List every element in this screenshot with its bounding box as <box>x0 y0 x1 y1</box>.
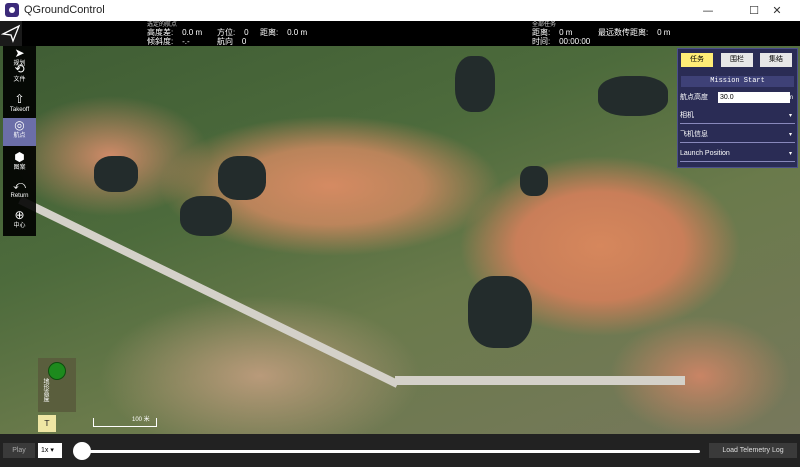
highway <box>395 376 685 385</box>
tool-label: Return <box>10 193 29 199</box>
tool-label: 中心 <box>13 223 26 229</box>
load-telemetry-log-button[interactable]: Load Telemetry Log <box>709 443 797 458</box>
compass-widget[interactable]: 地形高度 <box>38 358 76 412</box>
playback-slider-track[interactable] <box>82 450 700 453</box>
chevron-down-icon: ▾ <box>788 113 792 119</box>
play-button[interactable]: Play <box>3 443 35 458</box>
pond <box>598 76 668 116</box>
crosshair-icon: ⊕ <box>14 208 25 222</box>
tool-label: 图案 <box>13 165 26 171</box>
chevron-down-icon: ▾ <box>788 151 792 157</box>
distance-readout: 距离: 0.0 m <box>260 28 308 37</box>
map-scale-label: 100 米 <box>132 417 150 423</box>
camera-label: 相机 <box>680 112 694 119</box>
plan-menu-button[interactable] <box>0 21 22 46</box>
tool-label: 航点 <box>13 133 26 139</box>
tab-mission[interactable]: 任务 <box>681 53 713 67</box>
pond <box>455 56 495 112</box>
speed-select[interactable]: 1x ▾ <box>38 443 62 458</box>
total-distance-readout: 距离: 0 m <box>532 28 573 37</box>
waypoint-tool-button[interactable]: ◎ 航点 <box>3 118 36 146</box>
camera-section[interactable]: 相机 ▾ <box>680 109 795 124</box>
tab-rally[interactable]: 集结 <box>760 53 792 67</box>
minimize-button[interactable]: — <box>685 0 731 21</box>
plan-tool-strip: ➤ 规划 ⟲ 文件 ⇧ Takeoff ◎ 航点 ⬢ 图案 ⤺ Return ⊕… <box>3 46 36 236</box>
pattern-icon: ⬢ <box>14 150 25 164</box>
gradient-readout: 倾斜度: -.- <box>147 37 190 46</box>
sync-icon: ⟲ <box>14 62 25 76</box>
pattern-tool-button[interactable]: ⬢ 图案 <box>3 150 36 178</box>
map-type-button[interactable]: T <box>38 415 56 432</box>
playback-slider-handle[interactable] <box>73 442 91 460</box>
file-tool-button[interactable]: ⟲ 文件 <box>3 62 36 90</box>
mission-editor-panel: 任务 围栏 集结 Mission Start 航点高度 30.0 m 相机 ▾ … <box>677 48 798 168</box>
tool-label: Takeoff <box>9 107 30 113</box>
window-title: QGroundControl <box>24 4 105 16</box>
mission-start-header[interactable]: Mission Start <box>681 76 794 87</box>
tab-fence[interactable]: 围栏 <box>721 53 753 67</box>
waypoint-altitude-row: 航点高度 30.0 m <box>680 91 795 105</box>
compass-label: 地形高度 <box>42 378 49 402</box>
takeoff-icon: ⇧ <box>14 92 25 106</box>
altitude-input[interactable]: 30.0 <box>718 92 790 103</box>
waypoint-icon: ◎ <box>14 118 25 132</box>
launch-position-label: Launch Position <box>680 150 730 157</box>
window-titlebar: QGroundControl — ☐ ✕ <box>0 0 800 22</box>
alt-diff-readout: 高度差: 0.0 m <box>147 28 203 37</box>
launch-position-section[interactable]: Launch Position ▾ <box>680 147 795 162</box>
paper-plane-icon: ➤ <box>14 46 25 60</box>
takeoff-tool-button[interactable]: ⇧ Takeoff <box>3 92 36 120</box>
qgc-logo-icon <box>5 3 19 17</box>
pond <box>218 156 266 200</box>
pond <box>468 276 532 348</box>
vehicle-info-section[interactable]: 飞机信息 ▾ <box>680 128 795 143</box>
paper-plane-icon <box>0 24 21 43</box>
plan-toolbar: 选定的航点 高度差: 0.0 m 方位: 0 距离: 0.0 m 倾斜度: -.… <box>0 21 800 46</box>
compass-dial-icon <box>48 362 66 380</box>
pond <box>180 196 232 236</box>
heading-readout: 航向 0 <box>217 37 247 46</box>
mission-time-readout: 时间: 00:00:00 <box>532 37 591 46</box>
center-tool-button[interactable]: ⊕ 中心 <box>3 208 36 236</box>
tool-label: 文件 <box>13 77 26 83</box>
pond <box>520 166 548 196</box>
altitude-unit: m <box>788 95 793 101</box>
azimuth-readout: 方位: 0 <box>217 28 249 37</box>
chevron-down-icon: ▾ <box>788 132 792 138</box>
altitude-label: 航点高度 <box>680 94 708 101</box>
return-icon: ⤺ <box>13 178 26 192</box>
close-button[interactable]: ✕ <box>754 0 800 21</box>
pond <box>94 156 138 192</box>
max-telem-distance-readout: 最远数传距离: 0 m <box>598 28 671 37</box>
vehicle-info-label: 飞机信息 <box>680 131 708 138</box>
return-tool-button[interactable]: ⤺ Return <box>3 178 36 206</box>
